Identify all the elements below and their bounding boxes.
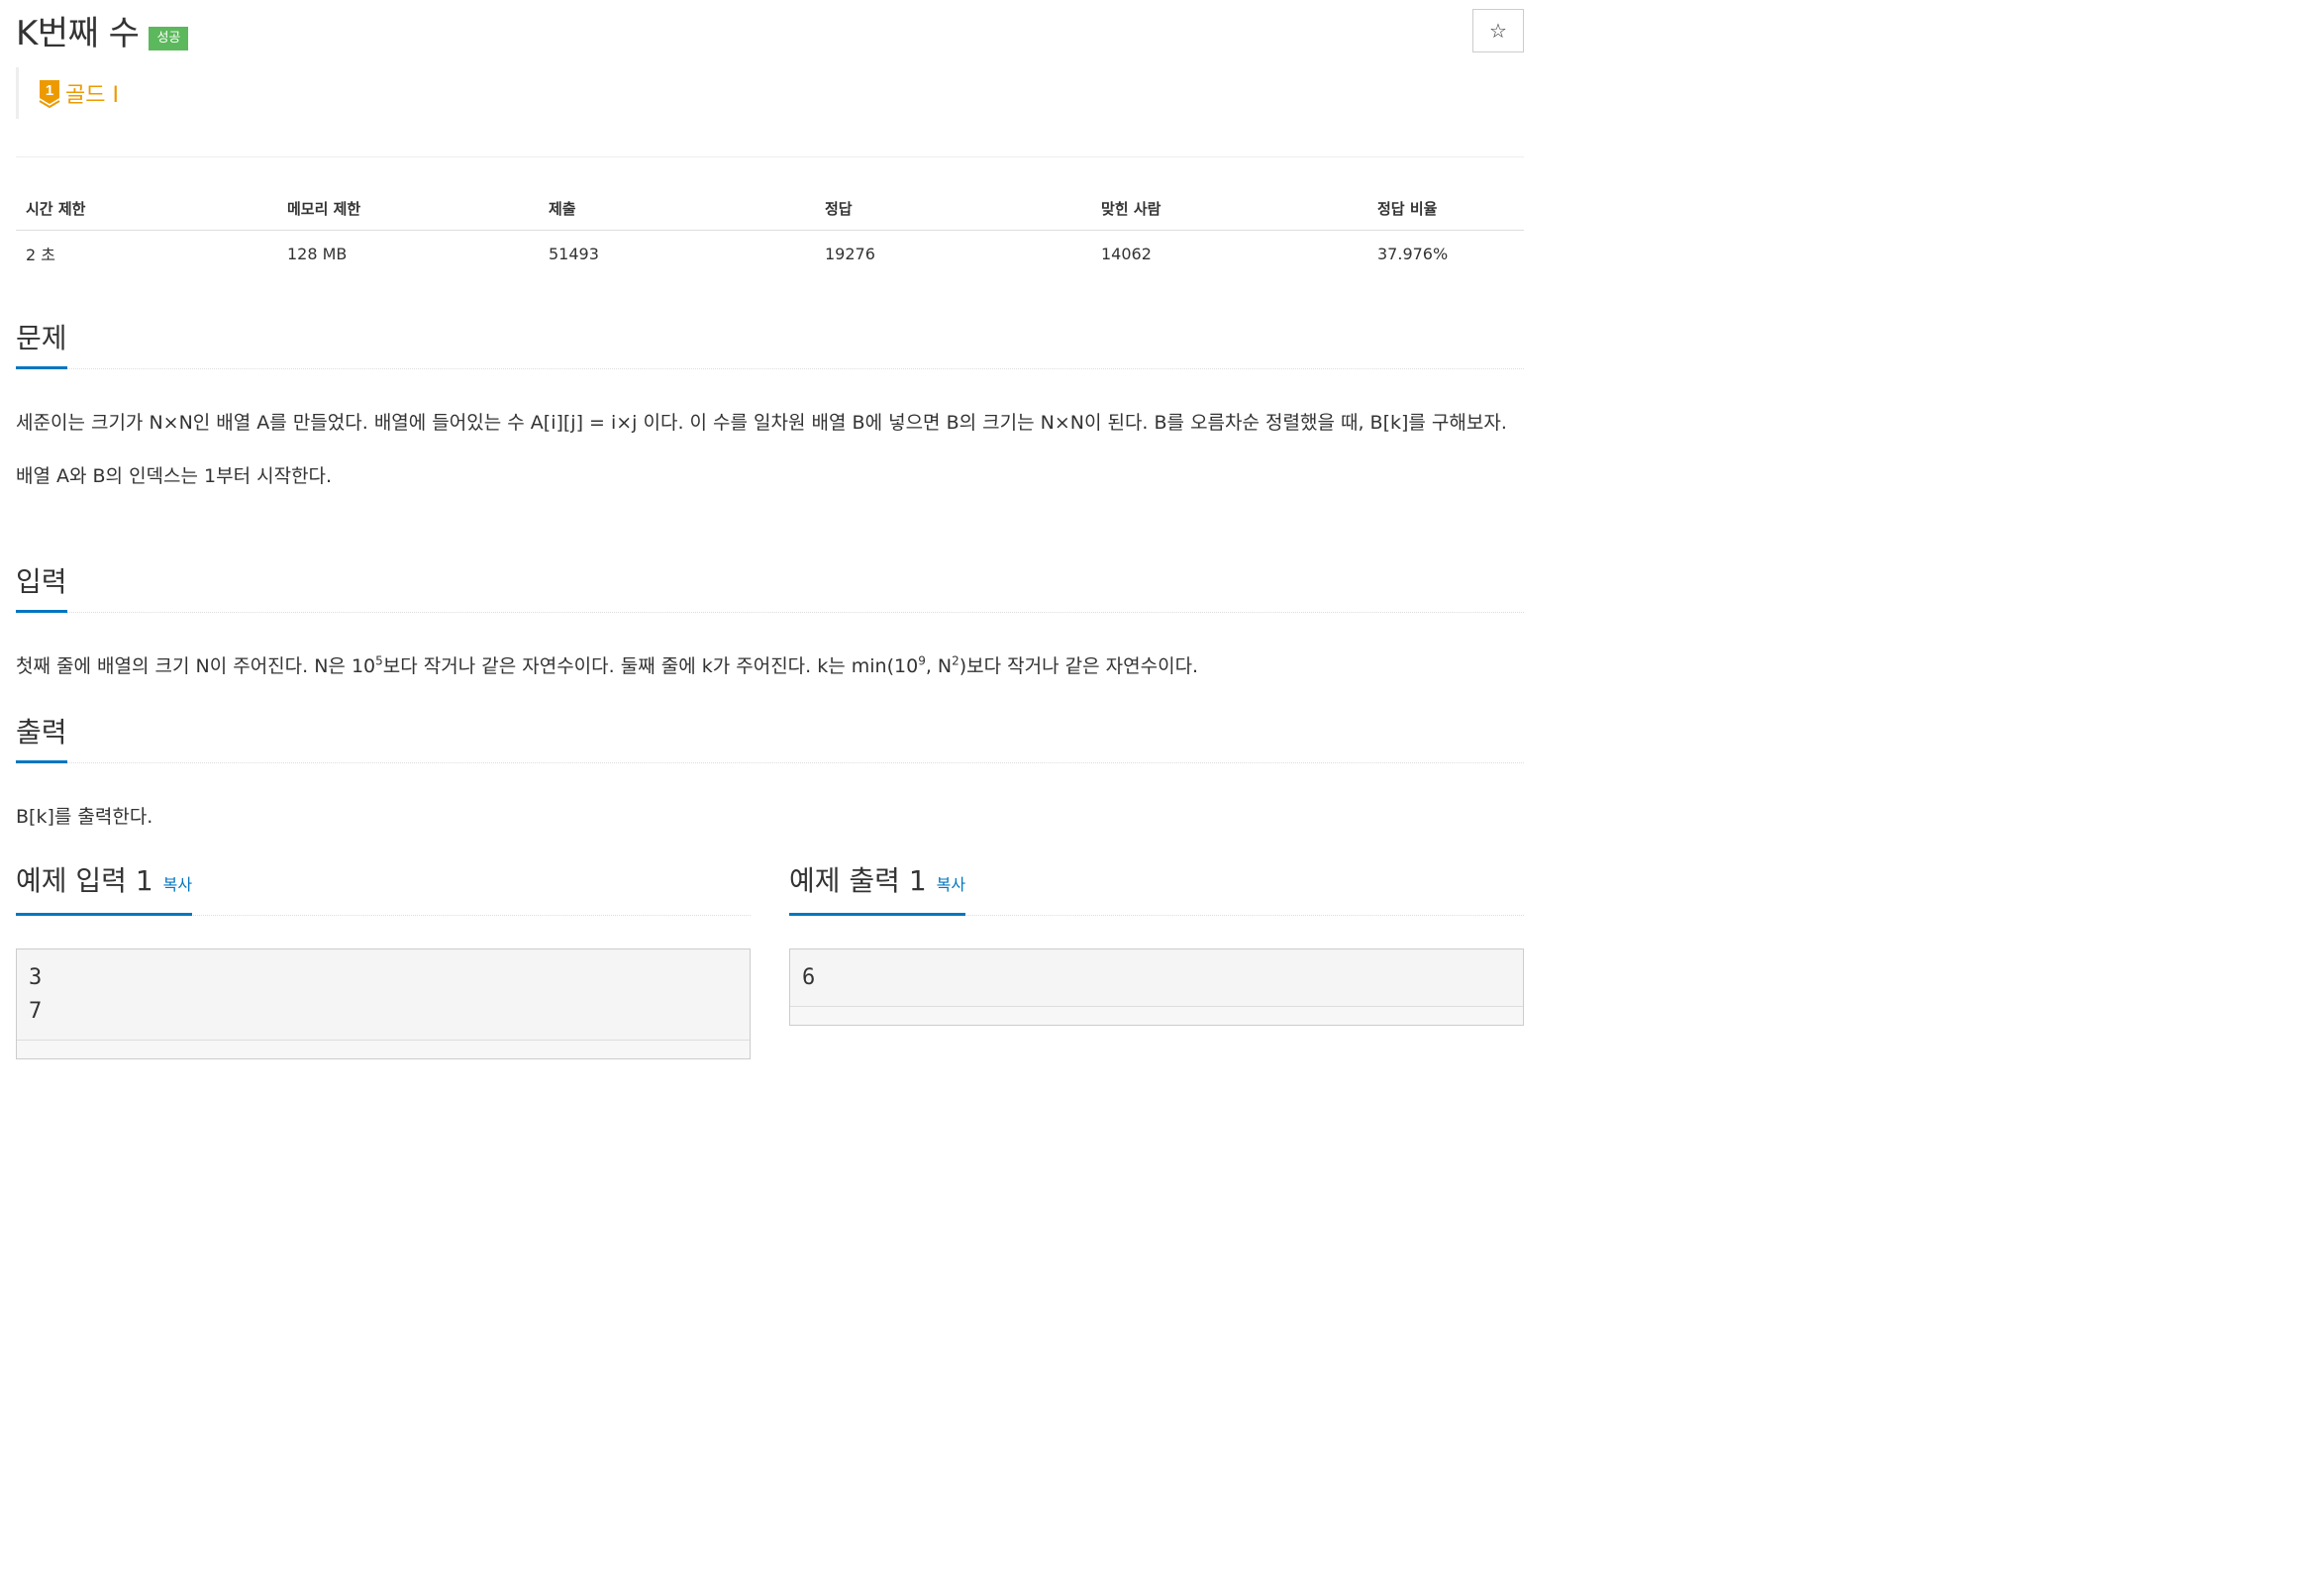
sample-output-panel: 예제 출력 1 복사 6 xyxy=(789,863,1524,1026)
header-accept-ratio: 정답 비율 xyxy=(1367,186,1524,231)
problem-info-table: 시간 제한 메모리 제한 제출 정답 맞힌 사람 정답 비율 2 초 128 M… xyxy=(16,186,1524,276)
input-sup-1: 5 xyxy=(375,653,383,668)
description-title: 문제 xyxy=(16,319,67,369)
output-section: 출력 B[k]를 출력한다. xyxy=(16,711,1524,837)
sample-input-scrollbar[interactable] xyxy=(17,1040,750,1058)
submissions-value: 51493 xyxy=(549,244,599,263)
time-limit-value: 2 초 xyxy=(26,246,55,264)
header-accepted: 정답 xyxy=(815,186,1091,231)
accept-ratio-value: 37.976% xyxy=(1377,244,1449,263)
input-text-3: , N xyxy=(925,655,953,677)
sample-input-header: 예제 입력 1 복사 xyxy=(16,863,751,916)
tier-badge[interactable]: 1 골드 I xyxy=(16,67,119,119)
header-solved-users: 맞힌 사람 xyxy=(1091,186,1367,231)
solved-users-value: 14062 xyxy=(1101,244,1152,263)
description-paragraph-1: 세준이는 크기가 N×N인 배열 A를 만들었다. 배열에 들어있는 수 A[i… xyxy=(16,412,1507,434)
output-title: 출력 xyxy=(16,713,67,763)
output-body: B[k]를 출력한다. xyxy=(16,797,1524,837)
info-value-row: 2 초 128 MB 51493 19276 14062 37.976% xyxy=(16,231,1524,277)
sample-output-box[interactable]: 6 xyxy=(789,948,1524,1026)
input-text-4: )보다 작거나 같은 자연수이다. xyxy=(959,655,1199,677)
input-header: 입력 xyxy=(16,560,1524,613)
copy-sample-input-link[interactable]: 복사 xyxy=(163,875,192,894)
input-sup-3: 2 xyxy=(952,653,960,668)
description-body: 세준이는 크기가 N×N인 배열 A를 만들었다. 배열에 들어있는 수 A[i… xyxy=(16,403,1524,496)
sample-output-header: 예제 출력 1 복사 xyxy=(789,863,1524,916)
star-button[interactable]: ☆ xyxy=(1472,9,1524,52)
output-header: 출력 xyxy=(16,711,1524,763)
description-section: 문제 세준이는 크기가 N×N인 배열 A를 만들었다. 배열에 들어있는 수 … xyxy=(16,317,1524,496)
description-header: 문제 xyxy=(16,317,1524,369)
output-paragraph: B[k]를 출력한다. xyxy=(16,806,153,828)
divider xyxy=(16,156,1524,157)
star-icon: ☆ xyxy=(1489,19,1507,43)
sample-input-text: 3 7 xyxy=(29,965,43,1024)
accepted-value: 19276 xyxy=(825,244,875,263)
header-memory-limit: 메모리 제한 xyxy=(277,186,539,231)
input-body: 첫째 줄에 배열의 크기 N이 주어진다. N은 105보다 작거나 같은 자연… xyxy=(16,647,1524,686)
tier-label: 골드 I xyxy=(65,83,119,108)
sample-input-title: 예제 입력 1 복사 xyxy=(16,861,193,916)
copy-sample-output-link[interactable]: 복사 xyxy=(937,875,965,894)
tier-number: 1 xyxy=(46,82,53,99)
sample-output-title-text: 예제 출력 1 xyxy=(789,864,927,897)
gold-tier-icon: 1 xyxy=(39,80,60,108)
title-row: K번째 수 성공 xyxy=(16,12,189,55)
sample-input-panel: 예제 입력 1 복사 3 7 xyxy=(16,863,751,1059)
info-header-row: 시간 제한 메모리 제한 제출 정답 맞힌 사람 정답 비율 xyxy=(16,186,1524,231)
description-paragraph-2: 배열 A와 B의 인덱스는 1부터 시작한다. xyxy=(16,465,333,487)
input-paragraph: 첫째 줄에 배열의 크기 N이 주어진다. N은 105보다 작거나 같은 자연… xyxy=(16,647,1524,686)
sample-output-title: 예제 출력 1 복사 xyxy=(789,861,966,916)
input-text-1: 첫째 줄에 배열의 크기 N이 주어진다. N은 10 xyxy=(16,655,376,677)
memory-limit-value: 128 MB xyxy=(287,244,348,263)
input-title: 입력 xyxy=(16,562,67,613)
sample-output-scrollbar[interactable] xyxy=(790,1006,1523,1025)
input-sup-2: 9 xyxy=(918,653,926,668)
sample-input-box[interactable]: 3 7 xyxy=(16,948,751,1059)
sample-input-title-text: 예제 입력 1 xyxy=(16,864,153,897)
status-badge: 성공 xyxy=(149,27,189,50)
header-time-limit: 시간 제한 xyxy=(16,186,277,231)
input-text-2: 보다 작거나 같은 자연수이다. 둘째 줄에 k가 주어진다. k는 min(1… xyxy=(382,655,919,677)
sample-output-text: 6 xyxy=(802,965,816,990)
header-submissions: 제출 xyxy=(539,186,815,231)
input-section: 입력 첫째 줄에 배열의 크기 N이 주어진다. N은 105보다 작거나 같은… xyxy=(16,560,1524,686)
page-title: K번째 수 xyxy=(16,14,140,53)
